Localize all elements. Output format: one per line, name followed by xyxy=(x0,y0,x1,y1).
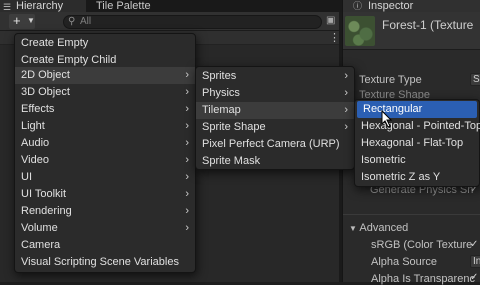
tab-hierarchy[interactable]: ☰ Hierarchy xyxy=(0,0,86,12)
alpha-is-transparency-checkbox[interactable]: ✓ xyxy=(470,272,480,284)
more-options-icon[interactable]: ⋮ xyxy=(329,31,340,45)
chevron-right-icon: › xyxy=(185,103,189,115)
info-icon: ⓘ xyxy=(353,1,363,11)
srgb-checkbox[interactable]: ✓ xyxy=(470,239,480,251)
menu-item-label: Effects xyxy=(21,103,55,115)
menu-item-label: UI xyxy=(21,171,32,183)
menu-item-physics[interactable]: Physics › xyxy=(196,85,354,102)
menu-item-label: Light xyxy=(21,120,45,132)
menu-item-sprite-shape[interactable]: Sprite Shape › xyxy=(196,119,354,136)
menu-item-label: Tilemap xyxy=(202,104,241,116)
menu-item-2d-object[interactable]: 2D Object › xyxy=(15,67,195,84)
menu-item-visual-scripting-scene-variables[interactable]: Visual Scripting Scene Variables xyxy=(15,254,195,271)
menu-item-label: Hexagonal - Pointed-Top xyxy=(361,120,480,132)
advanced-label: Advanced xyxy=(359,222,409,234)
plus-icon: + xyxy=(13,13,21,28)
tab-tile-palette-label: Tile Palette xyxy=(96,0,151,12)
menu-item-label: Isometric Z as Y xyxy=(361,171,441,183)
menu-item-sprite-mask[interactable]: Sprite Mask xyxy=(196,153,354,170)
menu-item-label: Camera xyxy=(21,239,61,251)
search-placeholder: All xyxy=(80,16,92,27)
menu-item-label: Volume xyxy=(21,222,58,234)
tab-inspector[interactable]: ⓘ Inspector xyxy=(343,0,480,12)
inspector-divider xyxy=(343,214,480,215)
menu-item-hexagonal-pointed-top[interactable]: Hexagonal - Pointed-Top xyxy=(355,118,480,135)
chevron-down-icon: ▼ xyxy=(349,224,357,233)
menu-item-label: Pixel Perfect Camera (URP) xyxy=(202,138,340,150)
menu-item-label: Physics xyxy=(202,87,240,99)
menu-item-pixel-perfect-camera[interactable]: Pixel Perfect Camera (URP) xyxy=(196,136,354,153)
menu-item-ui-toolkit[interactable]: UI Toolkit › xyxy=(15,186,195,203)
alpha-is-transparency-label: Alpha Is Transparenc xyxy=(371,273,475,285)
menu-item-ui[interactable]: UI › xyxy=(15,169,195,186)
menu-item-label: Audio xyxy=(21,137,50,149)
menu-item-rendering[interactable]: Rendering › xyxy=(15,203,195,220)
chevron-right-icon: › xyxy=(185,137,189,149)
menu-item-hexagonal-flat-top[interactable]: Hexagonal - Flat-Top xyxy=(355,135,479,152)
menu-item-label: 3D Object xyxy=(21,86,70,98)
chevron-right-icon: › xyxy=(185,154,189,166)
search-scope-icon[interactable]: ▣ xyxy=(326,15,338,27)
tab-inspector-label: Inspector xyxy=(368,0,414,12)
menu-item-label: Hexagonal - Flat-Top xyxy=(361,137,464,149)
menu-item-3d-object[interactable]: 3D Object › xyxy=(15,84,195,101)
hierarchy-search-input[interactable]: ⚲ All xyxy=(63,15,322,29)
menu-item-isometric-z-as-y[interactable]: Isometric Z as Y xyxy=(355,169,479,186)
advanced-foldout[interactable]: ▼ Advanced xyxy=(349,222,408,234)
menu-item-isometric[interactable]: Isometric xyxy=(355,152,479,169)
mouse-pointer-icon xyxy=(381,110,393,128)
menu-item-label: UI Toolkit xyxy=(21,188,67,200)
asset-title: Forest-1 (Texture xyxy=(382,18,474,32)
chevron-right-icon: › xyxy=(344,87,348,99)
menu-item-camera[interactable]: Camera xyxy=(15,237,195,254)
chevron-right-icon: › xyxy=(344,121,348,133)
chevron-right-icon: › xyxy=(344,104,348,116)
asset-thumbnail xyxy=(345,16,375,46)
alpha-source-label: Alpha Source xyxy=(371,256,438,268)
submenu-2d-object: Sprites › Physics › Tilemap › Sprite Shape ›… xyxy=(195,66,355,170)
menu-item-label: Sprites xyxy=(202,70,237,82)
menu-item-label: Create Empty xyxy=(21,37,89,49)
chevron-right-icon: › xyxy=(185,222,189,234)
texture-type-label: Texture Type xyxy=(359,74,422,86)
menu-item-label: Isometric xyxy=(361,154,406,166)
tab-hierarchy-label: Hierarchy xyxy=(16,0,64,12)
menu-item-effects[interactable]: Effects › xyxy=(15,101,195,118)
srgb-label: sRGB (Color Texture xyxy=(371,239,473,251)
add-object-button[interactable]: + ▼ xyxy=(9,14,35,29)
menu-item-label: 2D Object xyxy=(21,69,70,81)
menu-item-label: Create Empty Child xyxy=(21,54,117,66)
chevron-right-icon: › xyxy=(185,69,189,81)
chevron-right-icon: › xyxy=(185,188,189,200)
chevron-right-icon: › xyxy=(185,86,189,98)
alpha-source-dropdown[interactable]: In xyxy=(470,255,480,268)
chevron-right-icon: › xyxy=(344,70,348,82)
chevron-right-icon: › xyxy=(185,171,189,183)
menu-item-audio[interactable]: Audio › xyxy=(15,135,195,152)
menu-item-label: Visual Scripting Scene Variables xyxy=(21,256,179,268)
chevron-down-icon: ▼ xyxy=(27,16,35,25)
menu-item-volume[interactable]: Volume › xyxy=(15,220,195,237)
menu-item-rectangular[interactable]: Rectangular xyxy=(357,101,477,118)
menu-item-video[interactable]: Video › xyxy=(15,152,195,169)
search-icon: ⚲ xyxy=(68,16,76,27)
menu-item-label: Sprite Shape xyxy=(202,121,266,133)
menu-item-label: Sprite Mask xyxy=(202,155,261,167)
menu-item-tilemap[interactable]: Tilemap › xyxy=(196,102,354,119)
menu-item-light[interactable]: Light › xyxy=(15,118,195,135)
menu-item-sprites[interactable]: Sprites › xyxy=(196,68,354,85)
texture-type-dropdown[interactable]: S xyxy=(470,73,480,86)
create-menu: Create Empty Create Empty Child 2D Objec… xyxy=(14,33,196,273)
menu-item-label: Rendering xyxy=(21,205,72,217)
tab-tile-palette[interactable]: Tile Palette xyxy=(86,0,176,12)
chevron-right-icon: › xyxy=(185,205,189,217)
submenu-tilemap: Rectangular Hexagonal - Pointed-Top Hexa… xyxy=(354,99,480,187)
menu-item-create-empty[interactable]: Create Empty xyxy=(15,35,195,52)
menu-item-label: Video xyxy=(21,154,49,166)
chevron-right-icon: › xyxy=(185,120,189,132)
